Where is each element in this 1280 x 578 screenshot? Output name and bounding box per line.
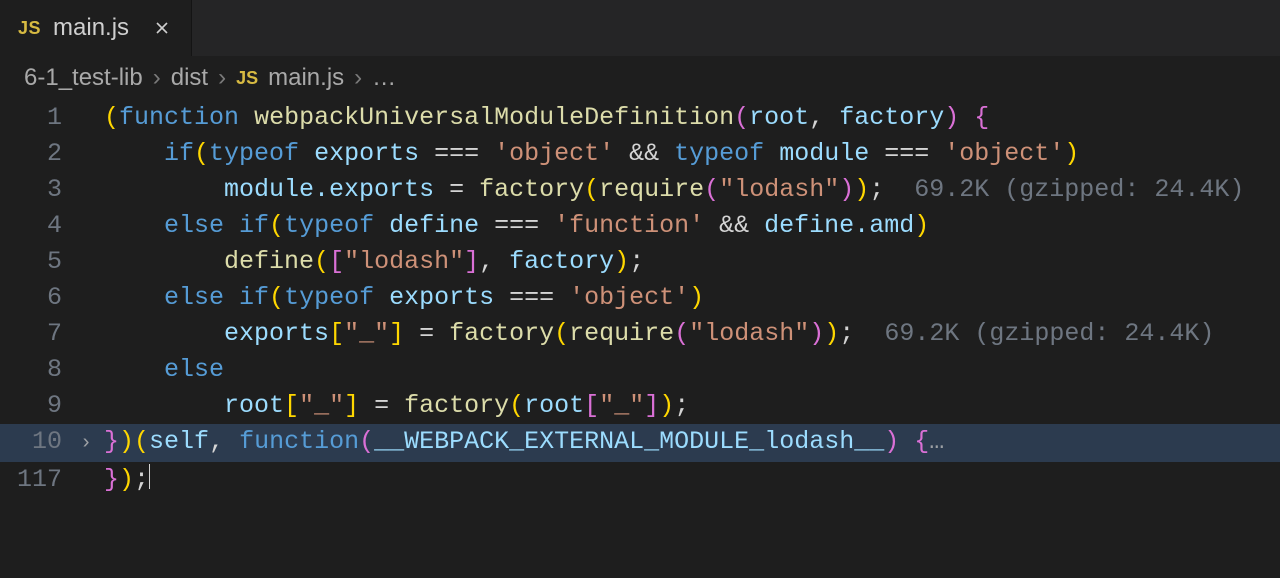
code-line: 4 else if(typeof define === 'function' &…	[0, 208, 1280, 244]
code-line: 2 if(typeof exports === 'object' && type…	[0, 136, 1280, 172]
code-text: })(self, function(__WEBPACK_EXTERNAL_MOD…	[100, 424, 1280, 460]
code-line: 3 module.exports = factory(require("loda…	[0, 172, 1280, 208]
line-number: 4	[0, 208, 72, 244]
code-text: module.exports = factory(require("lodash…	[100, 172, 1280, 208]
code-text: (function webpackUniversalModuleDefiniti…	[100, 100, 1280, 136]
line-number: 2	[0, 136, 72, 172]
breadcrumb: 6-1_test-lib › dist › JS main.js › …	[0, 56, 1280, 96]
code-line: 8 else	[0, 352, 1280, 388]
chevron-right-icon: ›	[218, 64, 226, 92]
code-line: 6 else if(typeof exports === 'object')	[0, 280, 1280, 316]
js-icon: JS	[18, 18, 41, 39]
code-text: define(["lodash"], factory);	[100, 244, 1280, 280]
line-number: 5	[0, 244, 72, 280]
breadcrumb-folder[interactable]: dist	[171, 64, 208, 92]
tab-bar: JS main.js	[0, 0, 1280, 56]
import-cost-hint: 69.2K (gzipped: 24.4K)	[884, 319, 1214, 348]
line-number: 6	[0, 280, 72, 316]
fold-collapsed-icon[interactable]: ›	[72, 426, 100, 462]
code-text: exports["_"] = factory(require("lodash")…	[100, 316, 1280, 352]
line-number: 7	[0, 316, 72, 352]
line-number: 10	[0, 424, 72, 460]
code-line: 9 root["_"] = factory(root["_"]);	[0, 388, 1280, 424]
code-text: });	[100, 462, 1280, 498]
code-text: else	[100, 352, 1280, 388]
line-number: 8	[0, 352, 72, 388]
code-editor[interactable]: 1 (function webpackUniversalModuleDefini…	[0, 96, 1280, 498]
breadcrumb-symbol-ellipsis[interactable]: …	[372, 64, 396, 92]
line-number: 9	[0, 388, 72, 424]
line-number: 117	[0, 462, 72, 498]
import-cost-hint: 69.2K (gzipped: 24.4K)	[914, 175, 1244, 204]
code-line: 5 define(["lodash"], factory);	[0, 244, 1280, 280]
code-line: 1 (function webpackUniversalModuleDefini…	[0, 100, 1280, 136]
code-line: 117 });	[0, 462, 1280, 498]
line-number: 3	[0, 172, 72, 208]
tab-filename: main.js	[53, 14, 129, 42]
code-line: 10 › })(self, function(__WEBPACK_EXTERNA…	[0, 424, 1280, 462]
close-icon[interactable]	[151, 17, 173, 39]
chevron-right-icon: ›	[354, 64, 362, 92]
text-cursor	[149, 464, 150, 489]
tab-main-js[interactable]: JS main.js	[0, 0, 192, 56]
breadcrumb-folder[interactable]: 6-1_test-lib	[24, 64, 143, 92]
code-text: else if(typeof define === 'function' && …	[100, 208, 1280, 244]
js-icon: JS	[236, 68, 258, 89]
code-text: root["_"] = factory(root["_"]);	[100, 388, 1280, 424]
chevron-right-icon: ›	[153, 64, 161, 92]
code-line: 7 exports["_"] = factory(require("lodash…	[0, 316, 1280, 352]
line-number: 1	[0, 100, 72, 136]
code-text: else if(typeof exports === 'object')	[100, 280, 1280, 316]
code-text: if(typeof exports === 'object' && typeof…	[100, 136, 1280, 172]
breadcrumb-file[interactable]: main.js	[268, 64, 344, 92]
